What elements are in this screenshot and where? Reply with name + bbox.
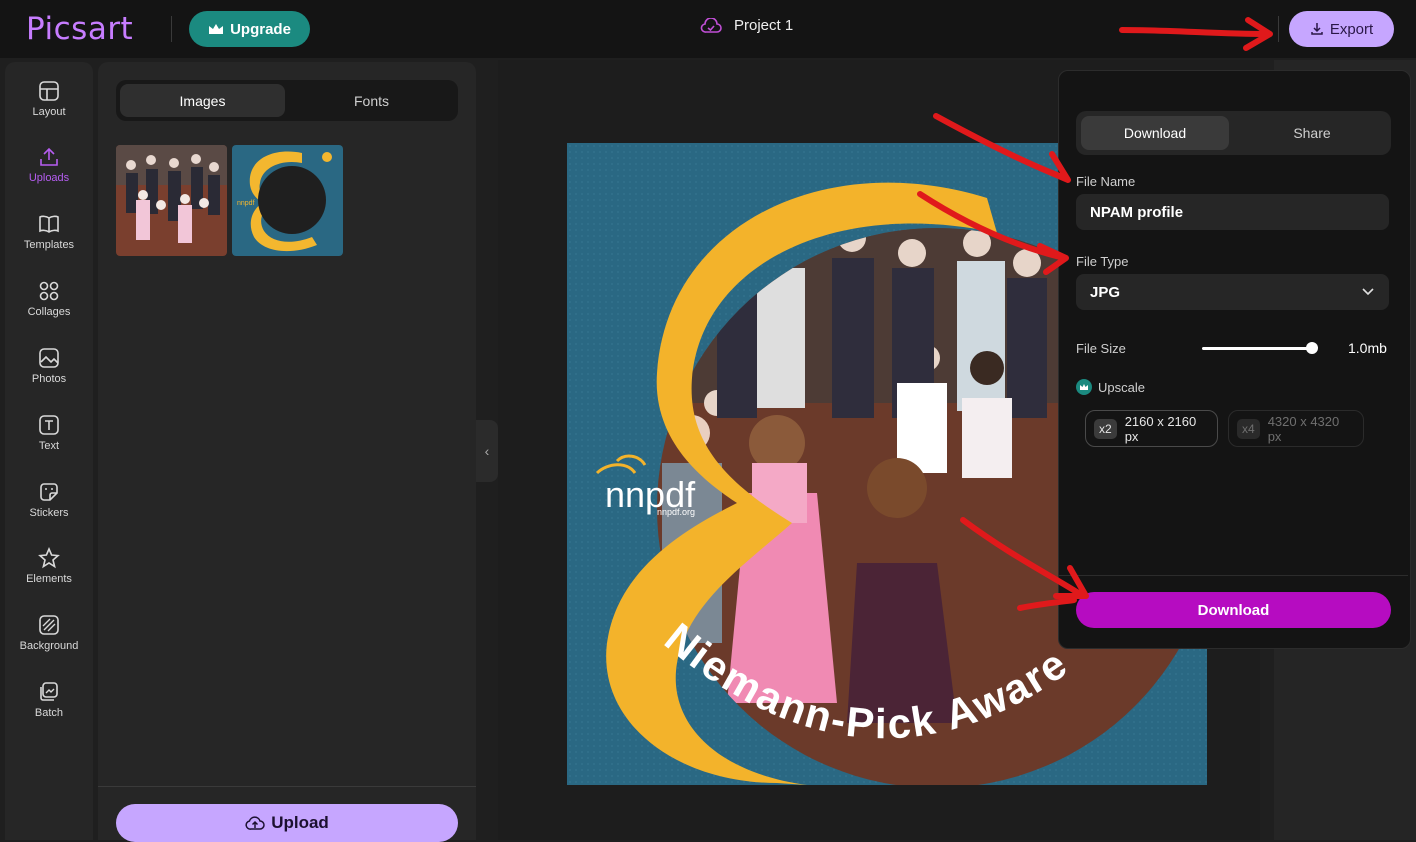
arrow-to-export xyxy=(1119,17,1273,51)
annotation-arrows xyxy=(917,17,1273,611)
arrow-to-file-type xyxy=(917,191,1069,275)
arrow-to-download xyxy=(960,517,1089,599)
arrow-to-file-name xyxy=(933,113,1071,183)
arrow-to-download-2 xyxy=(1017,597,1077,611)
